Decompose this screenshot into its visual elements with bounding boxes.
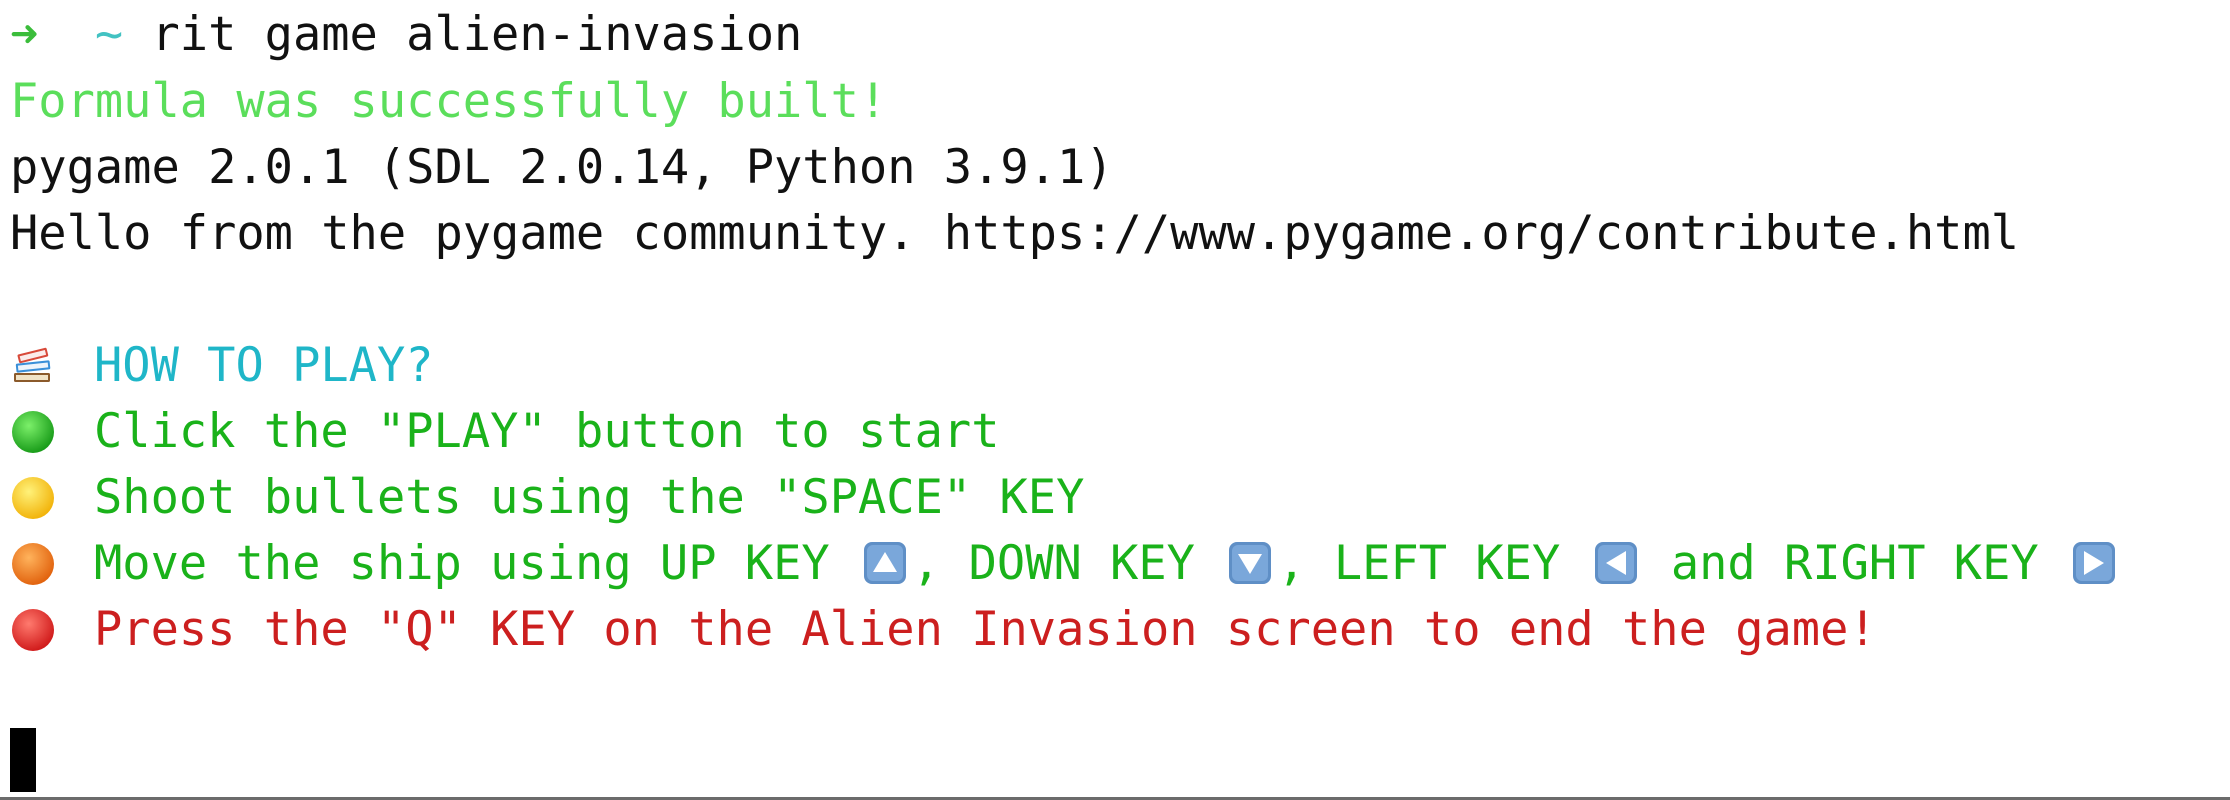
green-circle-icon — [10, 409, 56, 455]
terminal-cursor[interactable] — [10, 728, 36, 792]
how-to-play-heading: HOW TO PLAY? — [10, 334, 434, 398]
prompt-line: ➜ ~ rit game alien-invasion — [10, 3, 802, 67]
up-arrow-key-icon — [862, 540, 908, 586]
instruction-move-part3: , LEFT KEY — [1277, 536, 1561, 591]
instruction-quit-text: Press the "Q" KEY on the Alien Invasion … — [94, 602, 1877, 657]
instruction-shoot: Shoot bullets using the "SPACE" KEY — [10, 466, 1084, 530]
instruction-move-part4: and RIGHT KEY — [1642, 536, 2039, 591]
instruction-move-part1: Move the ship using UP KEY — [94, 536, 830, 591]
success-message: Formula was successfully built! — [10, 74, 888, 129]
orange-circle-icon — [10, 541, 56, 587]
left-arrow-key-icon — [1593, 540, 1639, 586]
instruction-move: Move the ship using UP KEY , DOWN KEY , … — [10, 532, 2121, 596]
down-arrow-key-icon — [1227, 540, 1273, 586]
instruction-play-text: Click the "PLAY" button to start — [94, 404, 1000, 459]
right-arrow-key-icon — [2071, 540, 2117, 586]
instruction-play: Click the "PLAY" button to start — [10, 400, 999, 464]
books-icon — [10, 343, 56, 389]
prompt-arrow-icon: ➜ — [10, 7, 39, 62]
instruction-shoot-text: Shoot bullets using the "SPACE" KEY — [94, 470, 1085, 525]
red-circle-icon — [10, 607, 56, 653]
instruction-quit: Press the "Q" KEY on the Alien Invasion … — [10, 598, 1877, 662]
yellow-circle-icon — [10, 475, 56, 521]
prompt-command: rit game alien-invasion — [151, 7, 803, 62]
terminal-window[interactable]: ➜ ~ rit game alien-invasion Formula was … — [0, 0, 2230, 800]
instruction-move-part2: , DOWN KEY — [912, 536, 1195, 591]
prompt-cwd: ~ — [94, 7, 124, 62]
how-to-play-label: HOW TO PLAY? — [94, 338, 434, 393]
pygame-hello-line: Hello from the pygame community. https:/… — [10, 206, 2020, 261]
pygame-version-line: pygame 2.0.1 (SDL 2.0.14, Python 3.9.1) — [10, 140, 1114, 195]
